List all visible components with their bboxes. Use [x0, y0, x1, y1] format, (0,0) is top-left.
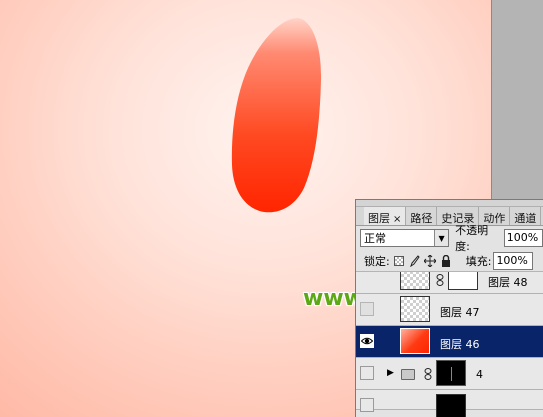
chain-link-icon[interactable]: [424, 368, 432, 383]
layer-name[interactable]: 图层 47: [440, 304, 480, 320]
layer-row-47[interactable]: 图层 47: [356, 294, 543, 326]
blend-mode-select[interactable]: 正常 ▼: [360, 229, 450, 247]
visibility-toggle[interactable]: [360, 302, 374, 316]
folder-icon: [401, 369, 415, 380]
opacity-input[interactable]: 100%: [503, 229, 543, 247]
layer-name[interactable]: 图层 46: [440, 336, 480, 352]
layer-thumbnail: [400, 272, 430, 290]
opacity-label: 不透明度:: [455, 224, 489, 253]
move-icon[interactable]: [423, 254, 436, 267]
layers-list: 图层 48 图层 47 图层 46 ▶ 4: [356, 272, 543, 417]
tab-channels[interactable]: 通道: [510, 207, 542, 225]
expand-arrow-icon[interactable]: ▶: [387, 368, 394, 378]
chevron-down-icon[interactable]: ▼: [434, 230, 449, 246]
brush-icon[interactable]: [408, 254, 420, 267]
panel-title-bar[interactable]: [356, 200, 543, 207]
lock-transparent-icon[interactable]: [393, 255, 404, 266]
blend-mode-value: 正常: [364, 232, 386, 245]
blend-row: 正常 ▼ 不透明度: 100%: [356, 224, 543, 253]
layer-name[interactable]: 4: [476, 368, 483, 381]
layer-thumbnail: [400, 296, 430, 322]
close-tab-icon[interactable]: ×: [393, 214, 401, 225]
chain-link-icon[interactable]: [436, 274, 444, 289]
group-mask-thumbnail: [436, 360, 466, 386]
layer-thumbnail: [400, 328, 430, 354]
eye-icon[interactable]: [360, 334, 374, 348]
visibility-toggle[interactable]: [360, 366, 374, 380]
fill-label: 填充:: [465, 254, 492, 268]
fill-input[interactable]: 100%: [493, 251, 534, 270]
lock-label: 锁定:: [364, 254, 390, 268]
layers-panel: 图层 × 路径 史记录 动作 通道 正常 ▼ 不透明度: 100% 锁定: 填充:…: [355, 199, 543, 417]
layer-row-next[interactable]: [356, 390, 543, 417]
layer-name[interactable]: 图层 48: [488, 274, 528, 290]
tab-layers[interactable]: 图层 ×: [364, 207, 407, 225]
layer-group-4[interactable]: ▶ 4: [356, 358, 543, 390]
layer-row-46[interactable]: 图层 46: [356, 326, 543, 358]
layer-thumbnail: [436, 394, 466, 417]
panel-tabs: 图层 × 路径 史记录 动作 通道: [356, 207, 543, 226]
visibility-toggle[interactable]: [360, 398, 374, 412]
lock-icon[interactable]: [440, 254, 452, 267]
tab-paths[interactable]: 路径: [406, 207, 438, 225]
layer-mask-thumbnail: [448, 272, 478, 290]
lock-row: 锁定: 填充: 100%: [356, 250, 543, 272]
layer-row-48[interactable]: 图层 48: [356, 272, 543, 294]
